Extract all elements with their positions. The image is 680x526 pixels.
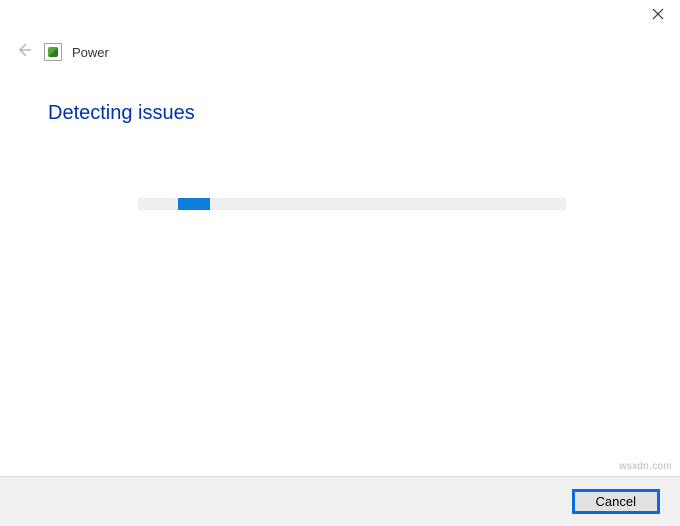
titlebar xyxy=(635,0,680,32)
back-button[interactable] xyxy=(14,42,34,62)
progress-indicator xyxy=(178,198,210,210)
window-title: Power xyxy=(72,45,109,60)
cancel-button[interactable]: Cancel xyxy=(572,489,660,514)
footer: Cancel xyxy=(0,476,680,526)
close-button[interactable] xyxy=(635,1,680,31)
watermark-text: wsxdn.com xyxy=(619,461,672,472)
progress-bar xyxy=(138,198,566,210)
power-troubleshooter-icon xyxy=(44,43,62,61)
close-icon xyxy=(652,7,664,25)
header: Power xyxy=(14,42,109,62)
arrow-left-icon xyxy=(15,41,33,64)
page-heading: Detecting issues xyxy=(48,102,195,125)
